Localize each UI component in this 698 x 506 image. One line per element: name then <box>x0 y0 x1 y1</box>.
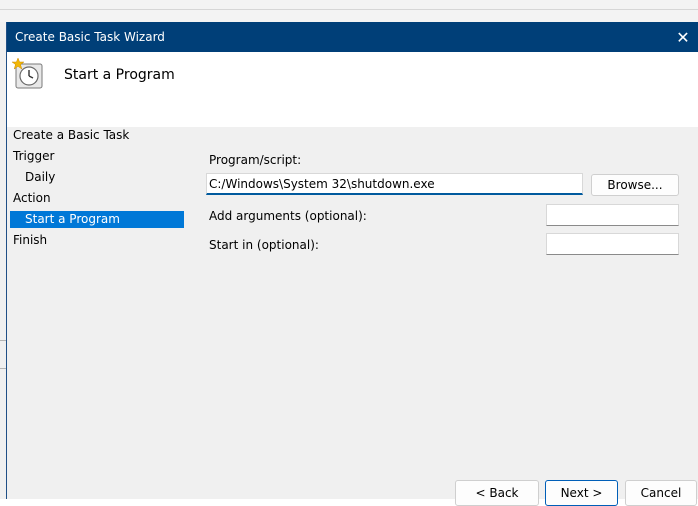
add-arguments-label: Add arguments (optional): <box>209 209 367 223</box>
create-basic-task-dialog: Create Basic Task Wizard ✕ Start a Progr… <box>6 22 698 506</box>
program-script-input[interactable] <box>206 173 583 195</box>
cancel-button[interactable]: Cancel <box>625 480 697 506</box>
close-icon[interactable]: ✕ <box>668 22 698 52</box>
program-script-label: Program/script: <box>209 153 302 167</box>
back-button[interactable]: < Back <box>455 480 539 506</box>
title-bar[interactable]: Create Basic Task Wizard ✕ <box>7 22 698 52</box>
wizard-step-finish[interactable]: Finish <box>13 232 47 249</box>
start-in-input[interactable] <box>546 233 679 255</box>
wizard-header: Start a Program <box>7 52 698 127</box>
wizard-step-trigger[interactable]: Trigger <box>13 148 54 165</box>
wizard-step-action[interactable]: Action <box>13 190 51 207</box>
dialog-title: Create Basic Task Wizard <box>15 30 165 44</box>
wizard-step-start-a-program[interactable]: Start a Program <box>10 211 184 228</box>
next-button[interactable]: Next > <box>545 480 618 506</box>
start-in-label: Start in (optional): <box>209 238 319 252</box>
add-arguments-input[interactable] <box>546 204 679 226</box>
page-heading: Start a Program <box>64 67 175 83</box>
wizard-step-create-a-basic-task[interactable]: Create a Basic Task <box>13 127 129 144</box>
task-scheduler-clock-icon <box>12 58 43 89</box>
wizard-step-daily[interactable]: Daily <box>25 169 55 186</box>
browse-button[interactable]: Browse... <box>591 174 679 196</box>
background-app-strip <box>0 0 698 22</box>
